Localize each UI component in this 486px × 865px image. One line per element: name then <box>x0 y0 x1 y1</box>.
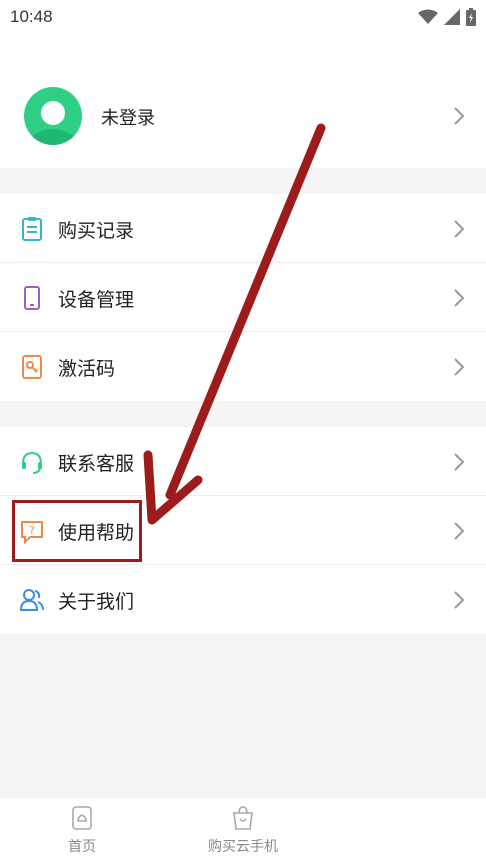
chevron-right-icon <box>454 220 465 238</box>
chevron-right-icon <box>454 358 465 376</box>
avatar[interactable] <box>24 87 82 145</box>
profile-header[interactable]: 未登录 <box>0 34 486 168</box>
tab-label: 首页 <box>68 839 96 855</box>
code-icon <box>22 355 42 379</box>
receipt-icon <box>22 217 42 241</box>
phone-icon <box>24 286 40 310</box>
home-icon <box>72 806 92 830</box>
chevron-right-icon <box>454 522 465 540</box>
chevron-right-icon <box>454 289 465 307</box>
menu-item-contact-support[interactable]: 联系客服 <box>0 427 486 496</box>
profile-name: 未登录 <box>101 108 155 129</box>
shopping-bag-icon <box>233 806 253 830</box>
wifi-icon <box>418 9 438 24</box>
status-icons <box>418 8 476 26</box>
users-icon <box>20 589 44 611</box>
menu-item-device-management[interactable]: 设备管理 <box>0 263 486 332</box>
menu-item-label: 联系客服 <box>58 453 135 475</box>
menu-item-label: 购买记录 <box>58 220 135 242</box>
chevron-right-icon <box>454 453 465 471</box>
menu-item-about-us[interactable]: 关于我们 <box>0 565 486 634</box>
chevron-right-icon <box>454 107 465 125</box>
menu-item-label: 激活码 <box>58 358 116 380</box>
tab-home[interactable]: 首页 <box>22 804 142 856</box>
status-time: 10:48 <box>10 7 53 26</box>
chevron-right-icon <box>454 591 465 609</box>
battery-icon <box>466 8 476 26</box>
menu-item-activation-code[interactable]: 激活码 <box>0 332 486 401</box>
bottom-tab-bar: 首页 购买云手机 <box>0 797 486 865</box>
tab-label: 购买云手机 <box>208 839 278 855</box>
menu-item-purchase-records[interactable]: 购买记录 <box>0 194 486 263</box>
menu-group-account: 购买记录 设备管理 激活码 <box>0 194 486 401</box>
annotation-highlight-box <box>12 500 142 562</box>
menu-item-label: 关于我们 <box>58 591 135 613</box>
status-bar: 10:48 <box>0 0 486 34</box>
menu-item-label: 设备管理 <box>58 289 135 311</box>
signal-icon <box>444 9 460 25</box>
tab-buy-cloud-phone[interactable]: 购买云手机 <box>183 804 303 856</box>
headset-icon <box>22 451 42 474</box>
